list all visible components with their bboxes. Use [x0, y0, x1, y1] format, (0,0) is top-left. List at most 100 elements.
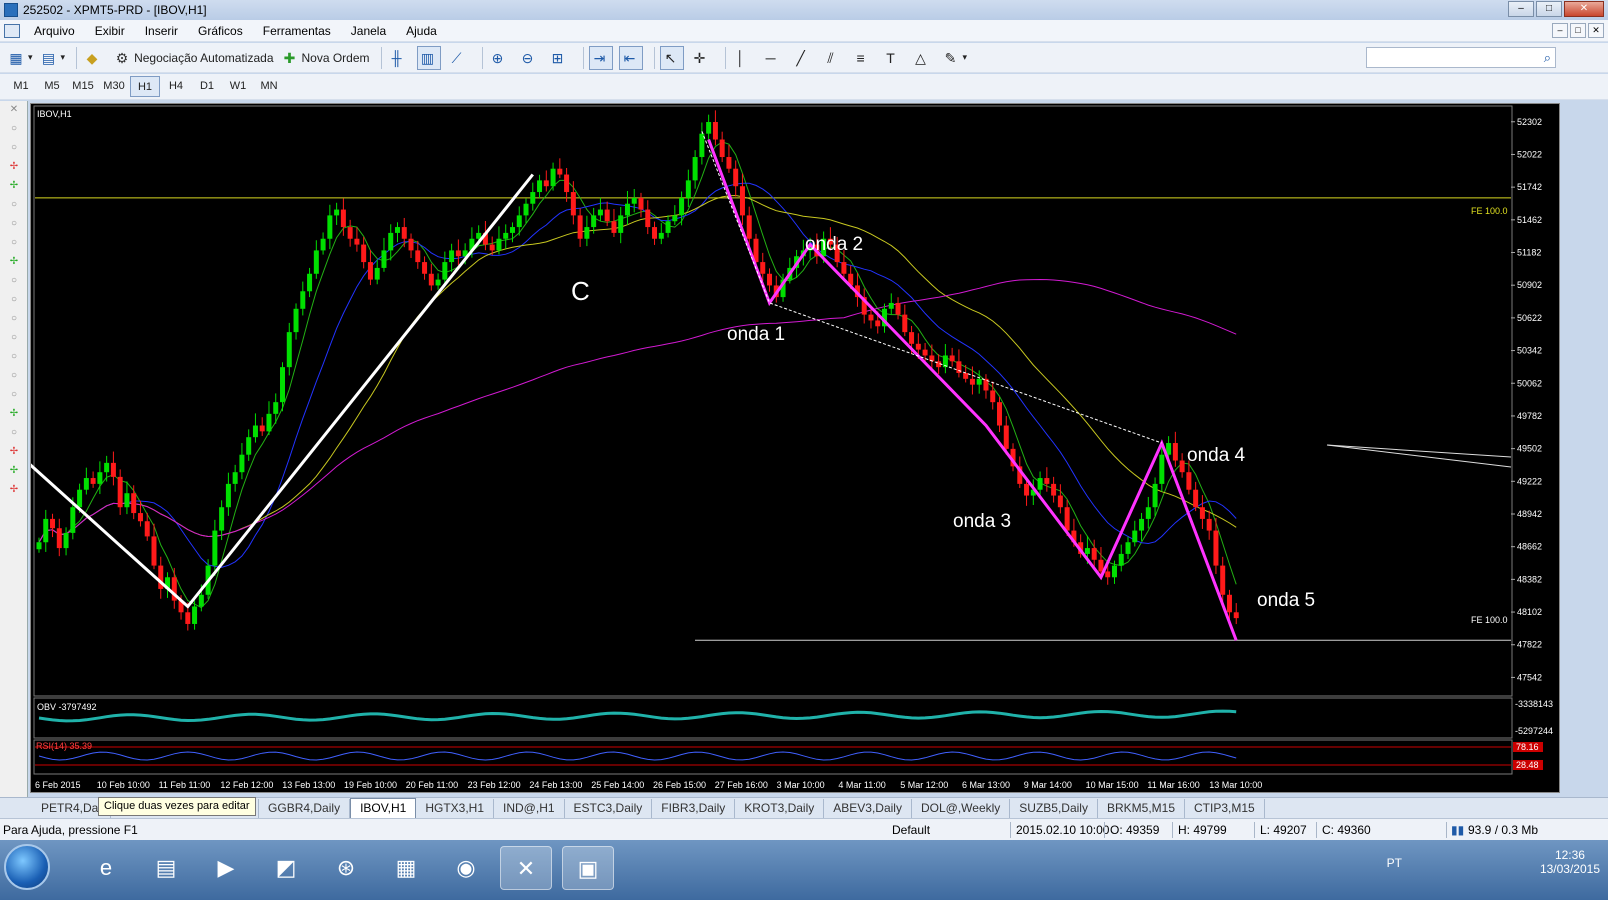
new-order-button[interactable]: ✚ Nova Ordem	[280, 46, 370, 70]
close-button[interactable]: ✕	[1564, 1, 1604, 17]
tab-ggbr4[interactable]: GGBR4,Daily	[259, 799, 351, 818]
strip-item-icon[interactable]: ○	[6, 313, 22, 329]
search-input[interactable]: ⌕	[1366, 47, 1556, 68]
media-player-icon[interactable]: ▶	[200, 846, 252, 890]
bar-chart-button[interactable]: ╫	[387, 46, 411, 70]
strip-close-icon[interactable]: ✕	[6, 104, 22, 120]
menu-graficos[interactable]: Gráficos	[188, 24, 253, 38]
market-watch-button[interactable]: ◆	[82, 46, 106, 70]
bear-candle	[922, 349, 928, 356]
strip-sell-icon[interactable]: ✢	[6, 446, 22, 462]
price-chart[interactable]: 52302 52022 51742 51462 51182 50902 50622 50342…	[31, 104, 1561, 794]
zoom-in-button[interactable]: ⊕	[488, 46, 512, 70]
strip-buy-icon[interactable]: ✢	[6, 465, 22, 481]
language-indicator[interactable]: PT	[1387, 856, 1402, 870]
profiles-button[interactable]: ▤ ▾	[39, 46, 65, 70]
child-minimize-button[interactable]: –	[1552, 23, 1568, 38]
vertical-line-button[interactable]: │	[731, 46, 755, 70]
chart-app-icon[interactable]: ◩	[260, 846, 312, 890]
start-button[interactable]	[4, 844, 50, 890]
strip-item-icon[interactable]: ○	[6, 123, 22, 139]
more-objects-button[interactable]: ✎ ▾	[941, 46, 967, 70]
strip-item-icon[interactable]: ○	[6, 351, 22, 367]
tab-ibov[interactable]: IBOV,H1	[350, 798, 417, 818]
text-button[interactable]: T	[881, 46, 905, 70]
tab-fibr3[interactable]: FIBR3,Daily	[652, 799, 736, 818]
menu-exibir[interactable]: Exibir	[85, 24, 135, 38]
time-tick-label: 5 Mar 12:00	[900, 780, 948, 790]
metatrader-icon[interactable]: ▣	[562, 846, 614, 890]
menu-ajuda[interactable]: Ajuda	[396, 24, 447, 38]
file-explorer-icon[interactable]: ▤	[140, 846, 192, 890]
shapes-button[interactable]: △	[911, 46, 935, 70]
timeframe-w1[interactable]: W1	[223, 76, 253, 97]
channel-button[interactable]: ⫽	[821, 46, 845, 70]
strip-sell-icon[interactable]: ✢	[6, 484, 22, 500]
bear-candle	[1179, 460, 1185, 473]
timeframe-m5[interactable]: M5	[37, 76, 67, 97]
fibonacci-button[interactable]: ≡	[851, 46, 875, 70]
trendline-button[interactable]: ╱	[791, 46, 815, 70]
strip-item-icon[interactable]: ○	[6, 218, 22, 234]
strip-item-icon[interactable]: ○	[6, 389, 22, 405]
tab-hgtx3[interactable]: HGTX3,H1	[416, 799, 495, 818]
strip-item-icon[interactable]: ○	[6, 199, 22, 215]
strip-item-icon[interactable]: ○	[6, 427, 22, 443]
search-icon[interactable]: ⌕	[1544, 50, 1551, 66]
menu-ferramentas[interactable]: Ferramentas	[253, 24, 341, 38]
clock-time: 12:36	[1554, 848, 1585, 862]
clock[interactable]: 12:36 13/03/2015	[1540, 848, 1600, 876]
hp-icon[interactable]: ⊛	[320, 846, 372, 890]
strip-sell-icon[interactable]: ✢	[6, 161, 22, 177]
candlestick-button[interactable]: ▥	[416, 45, 441, 70]
autoscroll-button[interactable]: ⇥	[588, 45, 613, 70]
timeframe-mn[interactable]: MN	[254, 76, 284, 97]
strip-item-icon[interactable]: ○	[6, 332, 22, 348]
chrome-icon[interactable]: ◉	[440, 846, 492, 890]
tab-estc3[interactable]: ESTC3,Daily	[565, 799, 653, 818]
internet-explorer-icon[interactable]: e	[80, 846, 132, 890]
zoom-out-button[interactable]: ⊖	[518, 46, 542, 70]
timeframe-h1[interactable]: H1	[130, 76, 160, 97]
timeframe-m15[interactable]: M15	[68, 76, 98, 97]
auto-trading-button[interactable]: ⚙ Negociação Automatizada	[112, 46, 274, 70]
strip-item-icon[interactable]: ○	[6, 237, 22, 253]
document-icon[interactable]	[4, 23, 20, 38]
tab-brkm5[interactable]: BRKM5,M15	[1098, 799, 1185, 818]
cursor-button[interactable]: ↖	[659, 45, 684, 70]
new-chart-button[interactable]: ▦ ▾	[6, 46, 32, 70]
menu-arquivo[interactable]: Arquivo	[24, 24, 85, 38]
strip-item-icon[interactable]: ○	[6, 370, 22, 386]
crosshair-button[interactable]: ✛	[690, 46, 714, 70]
tile-windows-button[interactable]: ⊞	[548, 46, 572, 70]
menu-inserir[interactable]: Inserir	[135, 24, 188, 38]
timeframe-h4[interactable]: H4	[161, 76, 191, 97]
tab-dol[interactable]: DOL@,Weekly	[912, 799, 1011, 818]
tab-krot3[interactable]: KROT3,Daily	[735, 799, 825, 818]
xp-icon[interactable]: ✕	[500, 846, 552, 890]
minimize-button[interactable]: –	[1508, 1, 1534, 17]
bull-candle	[246, 437, 252, 455]
strip-buy-icon[interactable]: ✢	[6, 180, 22, 196]
calculator-icon[interactable]: ▦	[380, 846, 432, 890]
tab-abev3[interactable]: ABEV3,Daily	[824, 799, 912, 818]
menu-janela[interactable]: Janela	[341, 24, 396, 38]
strip-item-icon[interactable]: ○	[6, 142, 22, 158]
tab-ind[interactable]: IND@,H1	[494, 799, 565, 818]
timeframe-d1[interactable]: D1	[192, 76, 222, 97]
maximize-button[interactable]: □	[1536, 1, 1562, 17]
strip-buy-icon[interactable]: ✢	[6, 408, 22, 424]
child-restore-button[interactable]: □	[1570, 23, 1586, 38]
strip-buy-icon[interactable]: ✢	[6, 256, 22, 272]
chart-shift-button[interactable]: ⇤	[618, 45, 643, 70]
tab-ctip3[interactable]: CTIP3,M15	[1185, 799, 1265, 818]
line-chart-button[interactable]: ⟋	[447, 46, 471, 70]
strip-item-icon[interactable]: ○	[6, 275, 22, 291]
tab-suzb5[interactable]: SUZB5,Daily	[1010, 799, 1098, 818]
timeframe-m30[interactable]: M30	[99, 76, 129, 97]
horizontal-line-button[interactable]: ─	[761, 46, 785, 70]
timeframe-m1[interactable]: M1	[6, 76, 36, 97]
strip-item-icon[interactable]: ○	[6, 294, 22, 310]
child-close-button[interactable]: ✕	[1588, 23, 1604, 38]
chart-window[interactable]: 52302 52022 51742 51462 51182 50902 50622 50342…	[30, 103, 1560, 793]
